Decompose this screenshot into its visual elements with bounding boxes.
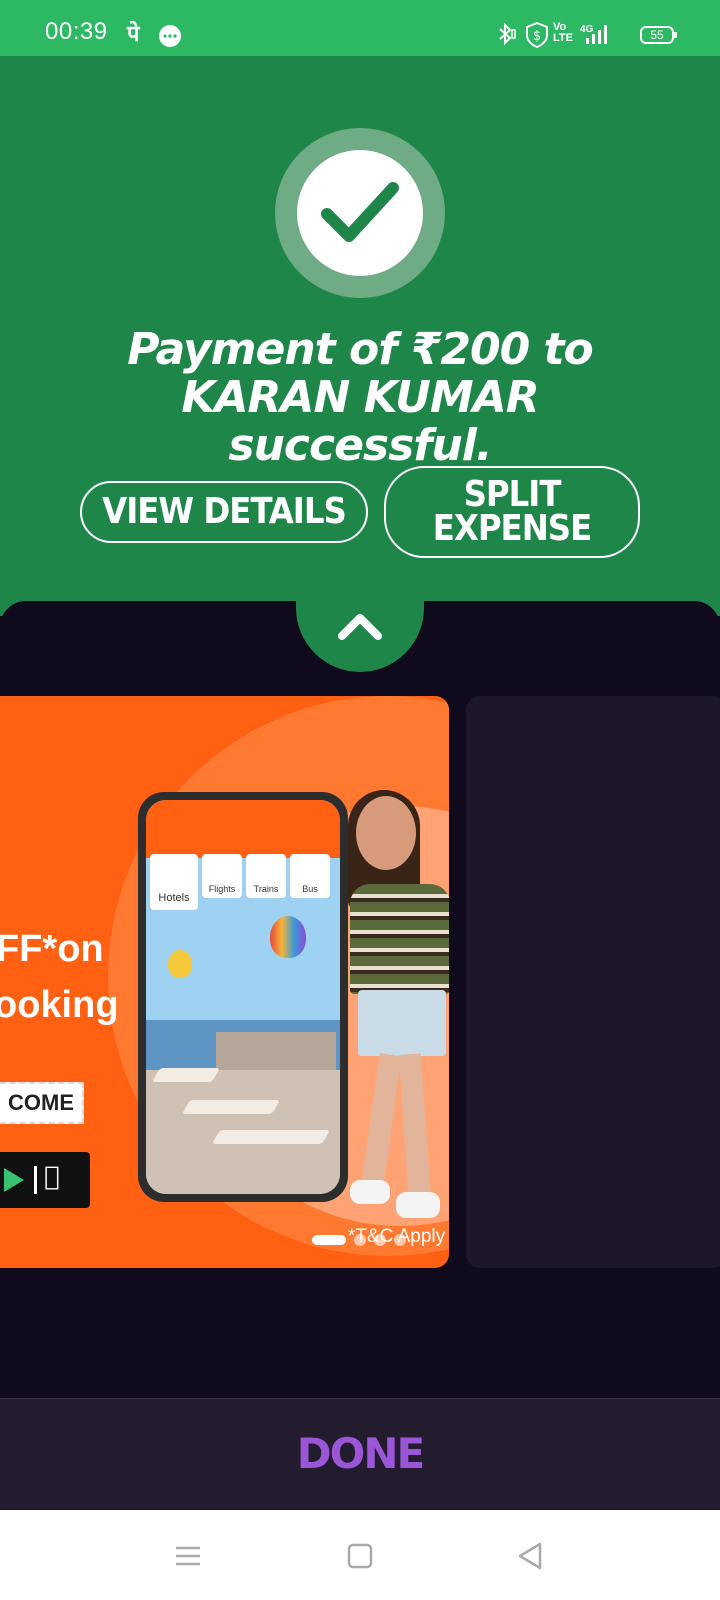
done-button[interactable]: DONE	[260, 1421, 460, 1487]
lounger	[151, 1068, 221, 1082]
volte-icon: Vo LTE	[553, 21, 573, 44]
status-bar: 00:39 पे $ Vo LTE 4G 55	[0, 0, 720, 56]
play-store-icon	[4, 1168, 24, 1192]
carousel-dot[interactable]	[394, 1234, 406, 1246]
checkmark-icon	[321, 182, 399, 242]
phone-illustration: Hotels Flights Trains Bus	[138, 792, 348, 1202]
view-details-button[interactable]: VIEW DETAILS	[80, 481, 368, 543]
svg-text:4G: 4G	[580, 24, 594, 35]
payment-success-panel: Payment of ₹200 to KARAN KUMAR successfu…	[0, 56, 720, 616]
menu-icon[interactable]	[170, 1538, 206, 1574]
banner-headline-line1: FF*on	[0, 928, 104, 970]
home-icon[interactable]	[342, 1538, 378, 1574]
offer-banner[interactable]: FF*on ooking COME  Hotels Flights Train…	[0, 696, 449, 1268]
signal-4g-icon: 4G	[578, 22, 616, 51]
hot-air-balloon	[270, 916, 306, 958]
carousel-dot-active[interactable]	[312, 1235, 346, 1245]
svg-text:$: $	[533, 29, 541, 44]
offer-banner-next[interactable]	[466, 696, 720, 1268]
apple-icon: 	[44, 1162, 60, 1192]
chevron-up-icon	[338, 614, 382, 640]
lounger	[181, 1100, 281, 1114]
back-icon[interactable]	[512, 1538, 548, 1574]
carousel-dot[interactable]	[354, 1234, 366, 1246]
battery-indicator: 55	[640, 26, 677, 44]
phone-app-header	[146, 800, 340, 858]
split-expense-button[interactable]: SPLIT EXPENSE	[384, 466, 640, 558]
phone-screen: Hotels Flights Trains Bus	[146, 800, 340, 1194]
badge-divider	[34, 1166, 37, 1194]
lounger	[211, 1130, 331, 1144]
phone-tile-trains: Trains	[246, 854, 286, 898]
app-store-badges: 	[0, 1152, 90, 1208]
carousel-dot[interactable]	[374, 1234, 386, 1246]
success-check-ring	[275, 128, 445, 298]
bluetooth-icon	[494, 22, 518, 51]
banner-headline-line2: ooking	[0, 984, 119, 1026]
phone-tile-hotels: Hotels	[150, 854, 198, 910]
payment-success-message: Payment of ₹200 to KARAN KUMAR successfu…	[127, 324, 594, 471]
hot-air-balloon-small	[168, 950, 192, 978]
phone-tile-bus: Bus	[290, 854, 330, 898]
status-time: 00:39	[45, 18, 108, 45]
footer-bar: DONE	[0, 1398, 720, 1510]
success-check-circle	[297, 150, 423, 276]
system-nav-bar	[0, 1510, 720, 1600]
model-illustration	[340, 790, 449, 1226]
message-icon	[158, 24, 182, 53]
phone-tile-flights: Flights	[202, 854, 242, 898]
carousel-indicators	[312, 1234, 406, 1246]
phonepe-icon: पे	[127, 22, 140, 47]
shield-icon: $	[526, 21, 548, 53]
coupon-code: COME	[0, 1082, 84, 1124]
